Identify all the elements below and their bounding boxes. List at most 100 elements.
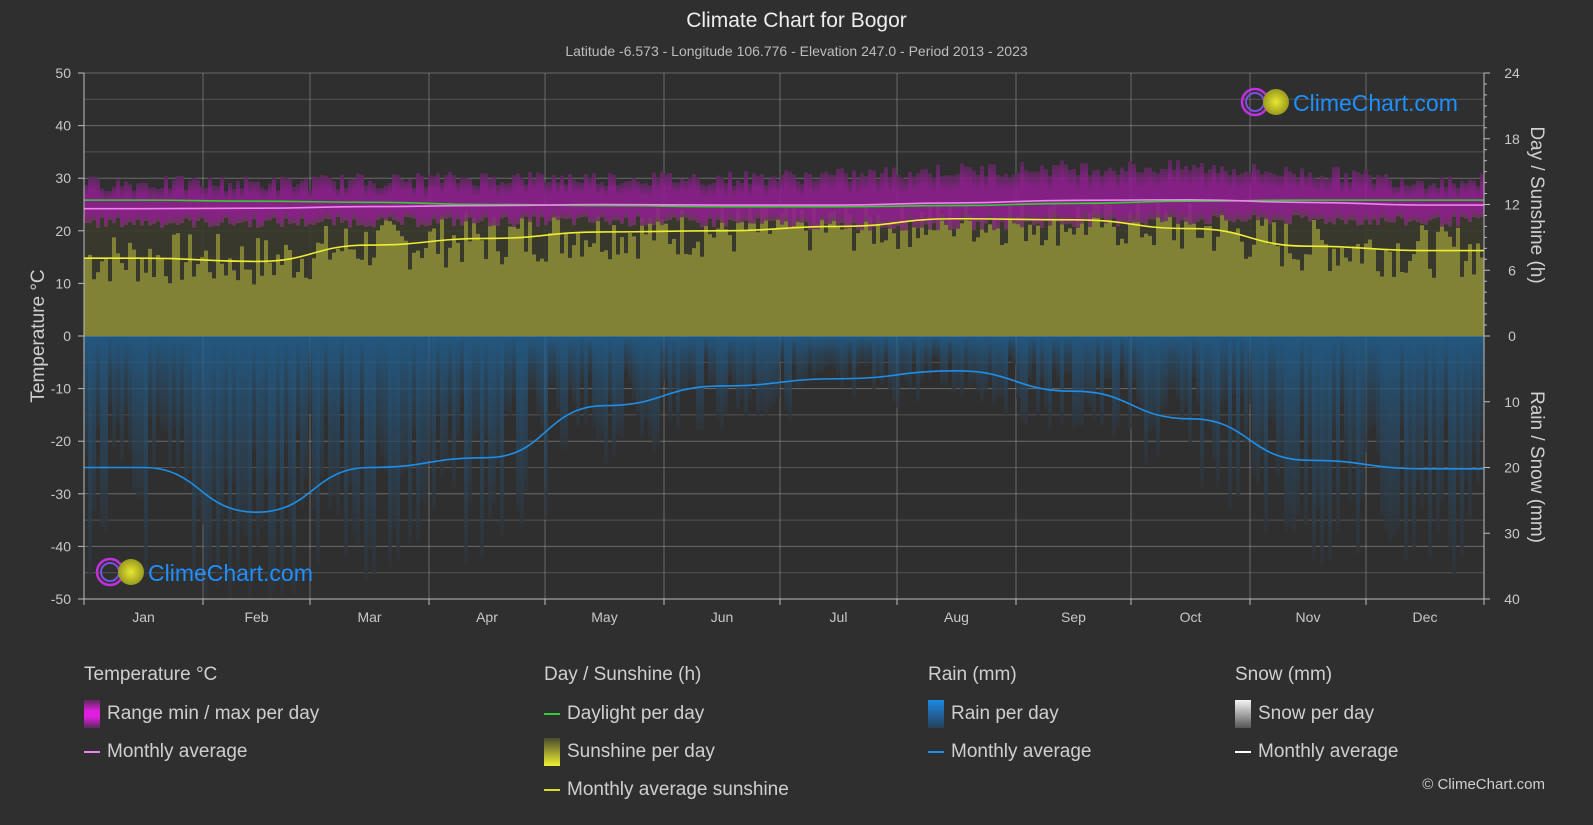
- rain-bar: [1112, 336, 1116, 439]
- temperature-range-bar: [212, 185, 216, 226]
- sunshine-bar: [1372, 249, 1376, 336]
- sunshine-bar: [136, 281, 140, 336]
- rain-bar: [288, 336, 292, 527]
- sunshine-bar: [1236, 228, 1240, 336]
- rain-bar: [596, 336, 600, 441]
- rain-bar: [328, 336, 332, 510]
- rain-bar: [92, 336, 96, 512]
- rain-bar: [1244, 336, 1248, 446]
- temperature-range-bar: [1400, 179, 1404, 219]
- sunshine-bar: [1168, 216, 1172, 336]
- rain-bar: [1000, 336, 1004, 398]
- rain-bar: [172, 336, 176, 428]
- temperature-range-bar: [480, 173, 484, 221]
- sunshine-bar: [1352, 246, 1356, 336]
- rain-bar: [880, 336, 884, 386]
- rain-bar: [748, 336, 752, 400]
- rain-bar: [1144, 336, 1148, 466]
- temperature-range-bar: [1120, 167, 1124, 224]
- temperature-range-bar: [780, 174, 784, 225]
- sunshine-bar: [120, 263, 124, 336]
- legend-label: Monthly average: [951, 741, 1092, 762]
- temperature-range-bar: [824, 171, 828, 225]
- sunshine-bar: [1144, 233, 1148, 336]
- sunshine-bar: [1424, 230, 1428, 336]
- sunshine-bar: [1456, 227, 1460, 336]
- temperature-range-bar: [556, 182, 560, 221]
- rain-bar: [1184, 336, 1188, 409]
- temperature-range-bar: [660, 171, 664, 226]
- rain-bar: [1296, 336, 1300, 517]
- rain-bar: [1076, 336, 1080, 427]
- temperature-range-bar: [1432, 183, 1436, 219]
- sunshine-bar: [1172, 240, 1176, 336]
- rain-bar: [624, 336, 628, 372]
- rain-bar: [476, 336, 480, 438]
- right-bottom-axis-title: Rain / Snow (mm): [1526, 391, 1547, 543]
- rain-bar: [1356, 336, 1360, 554]
- rain-bar: [1092, 336, 1096, 419]
- temperature-range-bar: [564, 184, 568, 220]
- daylight-line-icon: [544, 713, 560, 715]
- rain-bar: [1260, 336, 1264, 457]
- rain-bar: [1172, 336, 1176, 390]
- temperature-range-bar: [664, 173, 668, 222]
- sunshine-bar: [628, 232, 632, 336]
- temperature-range-bar: [1304, 176, 1308, 217]
- temperature-range-bar: [1180, 169, 1184, 221]
- rain-bar: [192, 336, 196, 582]
- sunshine-bar: [824, 232, 828, 336]
- rain-bar: [784, 336, 788, 410]
- sunshine-bar: [1480, 257, 1484, 336]
- rain-bar: [1320, 336, 1324, 567]
- sunshine-bar: [1108, 205, 1112, 336]
- sunshine-bar: [944, 224, 948, 336]
- rain-bar: [1428, 336, 1432, 559]
- rain-bar: [488, 336, 492, 520]
- rain-bar: [1376, 336, 1380, 455]
- rain-bar: [1180, 336, 1184, 423]
- temperature-range-bar: [516, 173, 520, 225]
- rain-bar: [456, 336, 460, 439]
- temperature-range-bar: [864, 176, 868, 222]
- temperature-range-bar: [208, 177, 212, 228]
- temperature-range-bar: [152, 187, 156, 225]
- temperature-range-bar: [376, 188, 380, 221]
- rain-bar: [1120, 336, 1124, 369]
- temperature-range-bar: [228, 182, 232, 224]
- rain-bar: [348, 336, 352, 486]
- temperature-range-bar: [1448, 176, 1452, 227]
- temperature-range-bar: [92, 176, 96, 221]
- temperature-range-bar: [808, 173, 812, 230]
- rain-bar: [120, 336, 124, 462]
- temperature-range-bar: [1416, 180, 1420, 223]
- rain-bar: [392, 336, 396, 528]
- rain-bar: [1368, 336, 1372, 429]
- rain-bar: [352, 336, 356, 536]
- legend-item: Monthly average: [84, 741, 319, 763]
- temperature-range-bar: [784, 170, 788, 222]
- rain-bar: [672, 336, 676, 389]
- temperature-range-bar: [716, 175, 720, 221]
- rain-bar: [876, 336, 880, 376]
- temperature-range-bar: [1364, 169, 1368, 220]
- sunshine-bar: [664, 223, 668, 336]
- rain-bar: [1100, 336, 1104, 426]
- temperature-range-bar: [752, 173, 756, 224]
- rain-bar: [468, 336, 472, 504]
- rain-bar: [860, 336, 864, 362]
- temperature-range-bar: [700, 184, 704, 228]
- sunshine-bar: [716, 228, 720, 336]
- rain-bar: [284, 336, 288, 446]
- left-tick-label: 0: [63, 328, 71, 344]
- temperature-range-bar: [860, 173, 864, 231]
- rain-bar: [332, 336, 336, 497]
- temperature-range-bar: [1412, 184, 1416, 221]
- left-tick-label: 40: [55, 118, 71, 134]
- sunshine-bar: [1128, 211, 1132, 336]
- temperature-range-bar: [992, 164, 996, 231]
- temp-avg-line-icon: [84, 751, 100, 753]
- sunshine-bar: [1404, 272, 1408, 336]
- rain-bar: [1124, 336, 1128, 388]
- temperature-range-bar: [500, 182, 504, 219]
